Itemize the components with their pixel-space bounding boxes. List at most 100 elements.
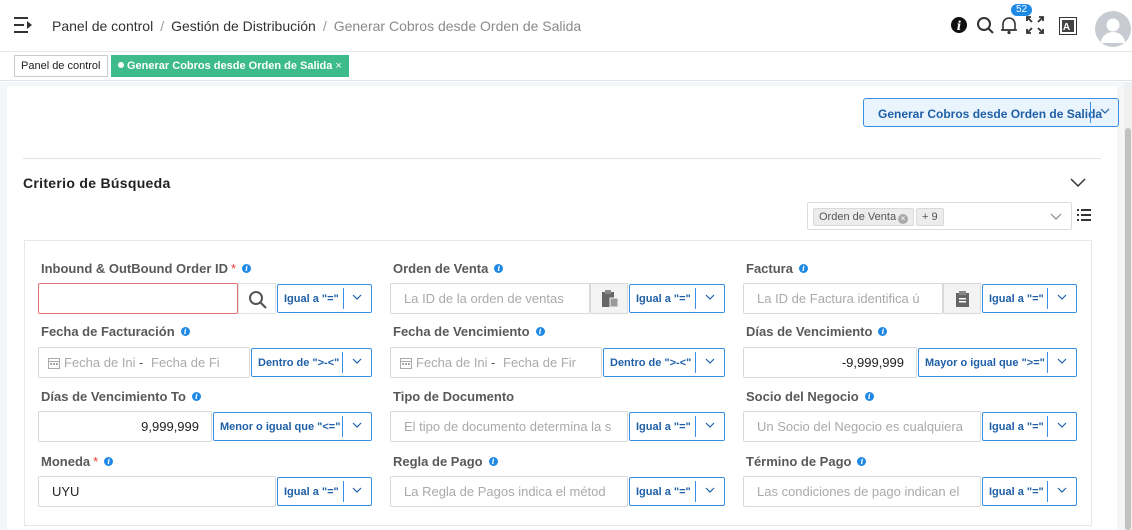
chevron-down-icon[interactable] (1050, 212, 1062, 222)
field-label-order-id: Inbound & OutBound Order ID * i (41, 261, 252, 276)
order-id-input[interactable] (38, 283, 238, 314)
field-label-invoice: Factura i (746, 261, 808, 276)
days-due-to-operator[interactable]: Menor o igual que "<=" (213, 412, 372, 441)
tab-close-icon[interactable]: × (335, 60, 341, 72)
payment-rule-select[interactable]: La Regla de Pagos indica el métod (390, 476, 628, 507)
chevron-down-icon (352, 294, 362, 300)
info-icon: i (864, 392, 874, 401)
payment-term-operator[interactable]: Igual a "=" (982, 477, 1077, 506)
svg-text:i: i (957, 19, 962, 33)
section-title: Criterio de Búsqueda (23, 175, 171, 191)
clipboard-icon (602, 290, 619, 308)
calendar-icon (48, 358, 60, 369)
menu-toggle-icon[interactable] (14, 17, 32, 33)
invoice-input[interactable]: La ID de Factura identifica ú (743, 283, 943, 314)
vertical-scrollbar[interactable] (1124, 82, 1132, 530)
days-due-operator[interactable]: Mayor o igual que ">=" (918, 348, 1077, 377)
field-label-business-partner: Socio del Negocio i (746, 389, 874, 404)
breadcrumb-item-dashboard[interactable]: Panel de control (52, 18, 153, 34)
clipboard-list-icon (956, 291, 969, 307)
filter-selector[interactable]: Orden de Venta × + 9 (807, 202, 1072, 230)
info-icon: i (191, 392, 201, 401)
field-label-days-due-to: Días de Vencimiento To i (41, 389, 201, 404)
chevron-down-icon (705, 422, 715, 428)
payment-rule-operator[interactable]: Igual a "=" (629, 477, 725, 506)
search-button[interactable] (238, 283, 276, 314)
info-icon: i (535, 327, 545, 336)
search-icon (249, 291, 267, 309)
due-date-range[interactable]: Fecha de Ini - Fecha de Fir (390, 347, 602, 378)
chevron-down-icon (352, 358, 362, 364)
calendar-icon (400, 358, 412, 369)
business-partner-operator[interactable]: Igual a "=" (982, 412, 1077, 441)
range-separator: - (491, 355, 496, 370)
chip-remove-icon[interactable]: × (898, 214, 909, 224)
required-mark: * (93, 454, 99, 469)
active-dot-icon (118, 62, 124, 68)
range-separator: - (139, 355, 144, 370)
chip-label: Orden de Venta (819, 211, 897, 223)
field-label-due-date: Fecha de Vencimiento i (393, 324, 545, 339)
search-icon[interactable] (976, 15, 996, 35)
days-due-input[interactable]: -9,999,999 (743, 347, 917, 378)
tab-dashboard[interactable]: Panel de control (14, 55, 108, 77)
info-icon: i (242, 264, 252, 273)
scrollbar-thumb[interactable] (1125, 128, 1131, 530)
action-button-label: Generar Cobros desde Orden de Salida (878, 107, 1103, 121)
required-mark: * (231, 261, 237, 276)
divider (1090, 102, 1091, 123)
date-from-input[interactable]: Fecha de Ini (416, 355, 488, 370)
chevron-down-icon (1057, 487, 1067, 493)
breadcrumb-separator: / (160, 18, 165, 34)
currency-operator[interactable]: Igual a "=" (277, 477, 372, 506)
invoice-lookup-button[interactable] (943, 283, 981, 314)
chevron-down-icon (1057, 358, 1067, 364)
top-bar: Panel de control / Gestión de Distribución… (0, 0, 1132, 52)
breadcrumb-item-current: Generar Cobros desde Orden de Salida (333, 18, 582, 34)
info-icon: i (857, 457, 867, 466)
chevron-down-icon (1057, 422, 1067, 428)
generate-collections-button[interactable]: Generar Cobros desde Orden de Salida (863, 98, 1119, 127)
info-icon: i (878, 327, 888, 336)
filter-chip-more[interactable]: + 9 (916, 208, 944, 226)
date-from-input[interactable]: Fecha de Ini (64, 355, 136, 370)
chevron-down-icon (705, 294, 715, 300)
info-icon: i (494, 264, 504, 273)
chevron-down-icon (352, 422, 362, 428)
sales-order-operator[interactable]: Igual a "=" (629, 284, 725, 313)
bell-icon[interactable] (999, 15, 1019, 35)
doc-type-select[interactable]: El tipo de documento determina la s (390, 411, 628, 442)
breadcrumb-item-distribution[interactable]: Gestión de Distribución (171, 18, 316, 34)
days-due-to-input[interactable]: 9,999,999 (38, 411, 212, 442)
filter-chip-sales-order[interactable]: Orden de Venta × (813, 208, 915, 226)
invoice-date-range[interactable]: Fecha de Ini - Fecha de Fi (38, 347, 250, 378)
field-label-invoice-date: Fecha de Facturación i (41, 324, 190, 339)
info-icon: i (180, 327, 190, 336)
payment-term-select[interactable]: Las condiciones de pago indican el (743, 476, 981, 507)
invoice-operator[interactable]: Igual a "=" (982, 284, 1077, 313)
business-partner-input[interactable]: Un Socio del Negocio es cualquiera (743, 411, 981, 442)
info-icon[interactable]: i (950, 15, 970, 35)
list-settings-icon[interactable] (1077, 208, 1091, 222)
breadcrumb: Panel de control / Gestión de Distribución… (52, 18, 581, 34)
collapse-chevron-icon[interactable] (1070, 176, 1086, 188)
sales-order-lookup-button[interactable] (590, 283, 628, 314)
fullscreen-icon[interactable] (1025, 15, 1045, 35)
translate-icon[interactable]: A (1059, 17, 1079, 37)
user-avatar[interactable] (1095, 11, 1131, 47)
chevron-down-icon (1057, 294, 1067, 300)
currency-select[interactable]: UYU (38, 476, 276, 507)
date-to-input[interactable]: Fecha de Fi (151, 355, 220, 370)
field-label-payment-rule: Regla de Pago i (393, 454, 498, 469)
order-id-operator[interactable]: Igual a "=" (277, 284, 372, 313)
chevron-down-icon[interactable] (1100, 106, 1110, 116)
doc-type-operator[interactable]: Igual a "=" (629, 412, 725, 441)
date-to-input[interactable]: Fecha de Fir (503, 355, 576, 370)
tab-generate-collections[interactable]: Generar Cobros desde Orden de Salida × (111, 55, 349, 77)
sales-order-input[interactable]: La ID de la orden de ventas (390, 283, 590, 314)
breadcrumb-separator: / (322, 18, 327, 34)
field-label-payment-term: Término de Pago i (746, 454, 867, 469)
due-date-operator[interactable]: Dentro de ">-<" (603, 348, 725, 377)
chevron-down-icon (705, 358, 715, 364)
invoice-date-operator[interactable]: Dentro de ">-<" (251, 348, 372, 377)
